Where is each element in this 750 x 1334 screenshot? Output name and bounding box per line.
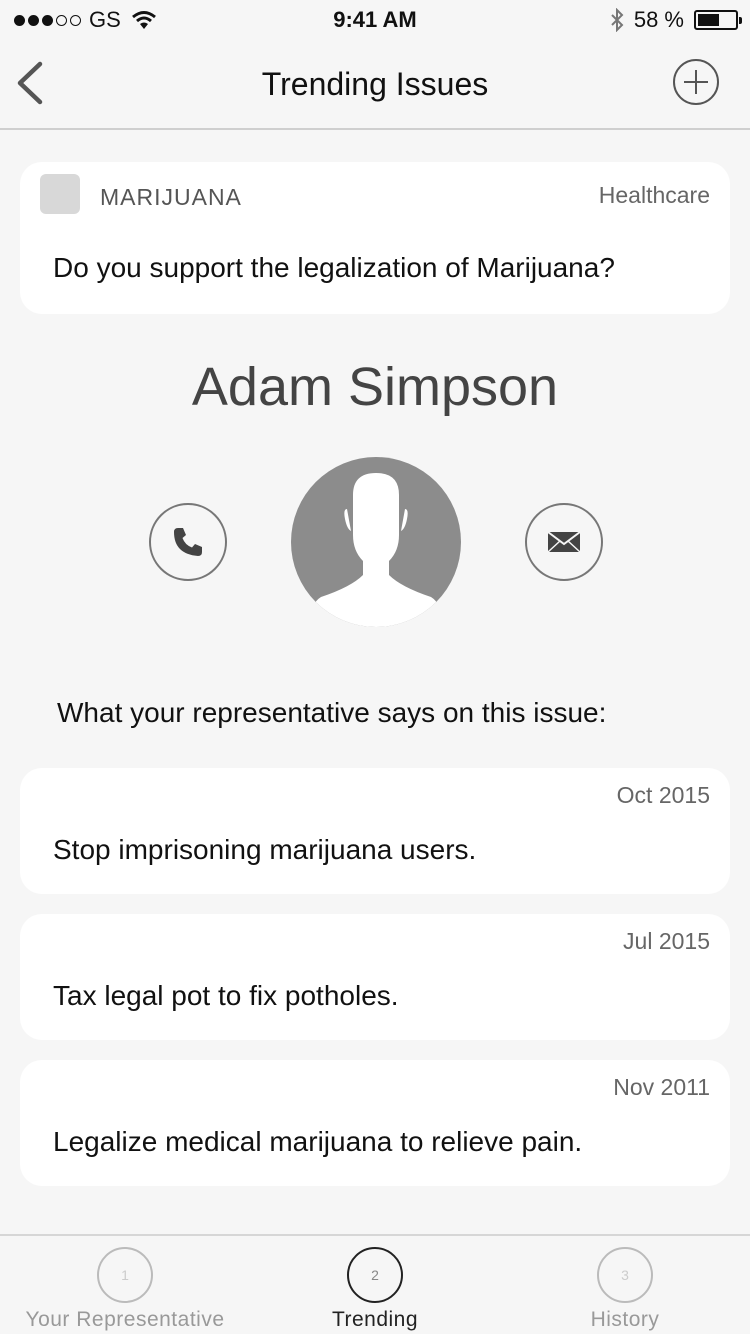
statement-date: Jul 2015 [623, 928, 710, 954]
statement-text: Stop imprisoning marijuana users. [53, 834, 477, 865]
statement-text: Legalize medical marijuana to relieve pa… [53, 1126, 583, 1157]
phone-icon [174, 528, 202, 556]
battery-fill [698, 14, 719, 26]
representative-name: Adam Simpson [191, 357, 559, 417]
tab-number-badge: 1 [97, 1247, 153, 1303]
tab-label: Your Representative [25, 1308, 225, 1331]
statement-card[interactable]: Jul 2015 Tax legal pot to fix potholes. [20, 914, 730, 1040]
bluetooth-icon [611, 8, 624, 32]
status-right: 58 % [610, 7, 742, 33]
add-button[interactable] [672, 58, 720, 106]
battery-percent: 58 % [633, 7, 684, 32]
statements-heading: What your representative says on this is… [57, 697, 607, 728]
statement-card[interactable]: Oct 2015 Stop imprisoning marijuana user… [20, 768, 730, 894]
tab-number-badge: 3 [597, 1247, 653, 1303]
representative-avatar [291, 457, 461, 627]
tab-trending[interactable]: 2 Trending [250, 1236, 500, 1334]
email-button[interactable] [525, 503, 603, 581]
battery-icon [694, 10, 742, 30]
mail-icon [547, 531, 581, 553]
tab-bar: 1 Your Representative 2 Trending 3 Histo… [0, 1234, 750, 1334]
tab-history[interactable]: 3 History [500, 1236, 750, 1334]
page-title: Trending Issues [261, 66, 489, 102]
issue-category: Healthcare [598, 182, 710, 208]
tab-label: Trending [331, 1308, 419, 1331]
tab-number-badge: 2 [347, 1247, 403, 1303]
tab-your-representative[interactable]: 1 Your Representative [0, 1236, 250, 1334]
issue-tag: MARIJUANA [100, 184, 242, 210]
person-silhouette-icon [305, 473, 447, 627]
tab-label: History [590, 1308, 660, 1331]
issue-card[interactable]: MARIJUANA Healthcare Do you support the … [20, 162, 730, 314]
nav-bar: Trending Issues [0, 40, 750, 130]
call-button[interactable] [149, 503, 227, 581]
statement-text: Tax legal pot to fix potholes. [53, 980, 399, 1011]
issue-thumbnail [40, 174, 80, 214]
status-bar: GS 9:41 AM 58 % [0, 0, 750, 40]
statement-date: Oct 2015 [616, 782, 710, 808]
screen: GS 9:41 AM 58 % Trending Issues MARIJUAN… [0, 0, 750, 1334]
statement-card[interactable]: Nov 2011 Legalize medical marijuana to r… [20, 1060, 730, 1186]
issue-question: Do you support the legalization of Marij… [53, 252, 615, 283]
statement-date: Nov 2011 [613, 1074, 710, 1100]
